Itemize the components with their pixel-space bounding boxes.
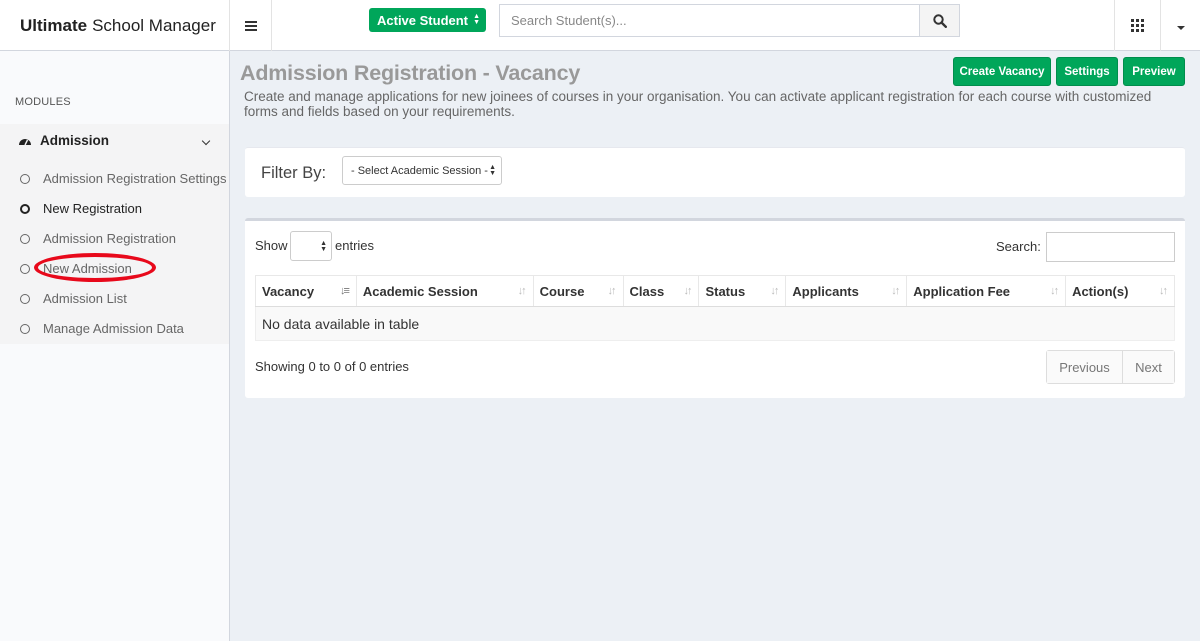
academic-session-select[interactable]: - Select Academic Session - ▲ ▼ [342, 156, 502, 185]
sidebar-item-label: Admission List [43, 291, 127, 306]
column-header-vacancy[interactable]: Vacancy ↓≡ [255, 275, 357, 307]
column-header-label: Status [705, 283, 746, 299]
caret-down-icon [1176, 25, 1185, 30]
next-page-button[interactable]: Next [1123, 351, 1174, 383]
sort-icon: ↓↑ [607, 285, 617, 297]
vacancy-table-panel: Show ▲ ▼ entries Search: Vacancy ↓≡ Academ… [245, 218, 1185, 398]
sidebar-item-admission-registration[interactable]: Admission Registration [20, 231, 176, 246]
sort-icon: ↓↑ [517, 285, 527, 297]
student-status-value: Active Student [377, 12, 469, 28]
sidebar-item-admission-list[interactable]: Admission List [20, 291, 127, 306]
select-arrows-icon: ▲ ▼ [320, 240, 327, 253]
brand-bold: Ultimate [20, 15, 88, 35]
search-icon [932, 13, 947, 28]
sort-icon: ↓↑ [1159, 285, 1168, 297]
previous-page-button[interactable]: Previous [1047, 351, 1123, 383]
column-header-label: Academic Session [362, 283, 478, 299]
admission-menu-toggle[interactable]: Admission [18, 133, 109, 148]
column-header-applicants[interactable]: Applicants ↓↑ [785, 275, 908, 307]
column-header-academic-session[interactable]: Academic Session ↓↑ [355, 275, 534, 307]
page-title: Admission Registration - Vacancy [240, 61, 581, 85]
settings-button[interactable]: Settings [1056, 57, 1118, 86]
select-arrows-icon: ▲ ▼ [489, 164, 496, 177]
sort-icon: ↓↑ [1050, 285, 1059, 297]
circle-icon [20, 263, 30, 274]
search-button[interactable] [919, 5, 959, 36]
sort-icon: ↓↑ [683, 285, 692, 297]
user-menu-dropdown[interactable] [1160, 0, 1200, 51]
column-header-application-fee[interactable]: Application Fee ↓↑ [906, 275, 1067, 307]
column-header-label: Class [629, 283, 665, 299]
entries-per-page-select[interactable]: ▲ ▼ [290, 231, 332, 261]
column-header-label: Vacancy [262, 283, 315, 299]
circle-icon [20, 323, 30, 334]
circle-icon [20, 233, 30, 244]
show-label: Show [255, 238, 288, 253]
table-header-row: Vacancy ↓≡ Academic Session ↓↑ Course ↓↑ Cl… [255, 275, 1175, 307]
column-header-label: Applicants [792, 283, 859, 299]
modules-heading: MODULES [15, 96, 71, 108]
student-search-bar [499, 4, 960, 37]
grid-icon [1131, 19, 1144, 32]
table-row: No data available in table [255, 306, 1175, 341]
table-search-label: Search: [996, 239, 1041, 254]
column-header-class[interactable]: Class ↓↑ [622, 275, 700, 307]
hamburger-icon [245, 20, 257, 31]
student-status-select[interactable]: Active Student ▲ ▼ [369, 8, 486, 32]
table-info: Showing 0 to 0 of 0 entries [255, 359, 409, 374]
column-header-status[interactable]: Status ↓↑ [698, 275, 787, 307]
column-header-label: Course [539, 283, 585, 299]
sidebar-item-manage-admission-data[interactable]: Manage Admission Data [20, 321, 184, 336]
filter-label: Filter By: [261, 164, 327, 182]
sidebar-item-admission-registration-settings[interactable]: Admission Registration Settings [20, 171, 227, 186]
dashboard-icon [19, 138, 31, 145]
filter-panel: Filter By: - Select Academic Session - ▲… [245, 147, 1185, 197]
circle-icon [20, 293, 30, 304]
sidebar-item-label: Admission Registration Settings [43, 171, 227, 186]
table-search-input[interactable] [1046, 232, 1175, 262]
sort-asc-icon: ↓≡ [339, 285, 350, 297]
circle-icon [20, 203, 30, 214]
sort-icon: ↓↑ [770, 285, 779, 297]
academic-session-value: - Select Academic Session - [351, 164, 488, 177]
sort-icon: ↓↑ [891, 285, 900, 297]
column-header-label: Action(s) [1072, 283, 1129, 299]
entries-label: entries [335, 238, 375, 253]
create-vacancy-button[interactable]: Create Vacancy [953, 57, 1051, 86]
sidebar-item-label: New Registration [43, 201, 142, 216]
preview-button[interactable]: Preview [1123, 57, 1185, 86]
empty-table-message: No data available in table [255, 306, 1175, 341]
sidebar-item-label: Manage Admission Data [43, 321, 184, 336]
sidebar-item-label: Admission Registration [43, 231, 176, 246]
sidebar: MODULES Admission [0, 51, 230, 641]
column-header-actions[interactable]: Action(s) ↓↑ [1065, 275, 1175, 307]
page-description: Create and manage applications for new j… [244, 89, 1152, 119]
column-header-label: Application Fee [913, 283, 1011, 299]
top-header: Ultimate School Manager Active Student ▲… [0, 0, 1200, 51]
menu-toggle-button[interactable] [231, 0, 272, 51]
circle-icon [20, 173, 30, 184]
vacancy-table: Vacancy ↓≡ Academic Session ↓↑ Course ↓↑ Cl… [255, 275, 1175, 341]
admission-menu-title: Admission [40, 133, 110, 148]
brand-name: School Manager [92, 15, 216, 35]
brand-logo[interactable]: Ultimate School Manager [0, 0, 230, 51]
column-header-course[interactable]: Course ↓↑ [532, 275, 624, 307]
apps-grid-button[interactable] [1114, 0, 1160, 51]
sidebar-item-new-registration[interactable]: New Registration [20, 201, 142, 216]
highlight-annotation-oval [34, 253, 156, 282]
pagination: Previous Next [1046, 350, 1175, 384]
student-search-input[interactable] [500, 5, 919, 36]
select-arrows-icon: ▲ ▼ [473, 13, 480, 26]
chevron-down-icon[interactable] [201, 136, 211, 146]
